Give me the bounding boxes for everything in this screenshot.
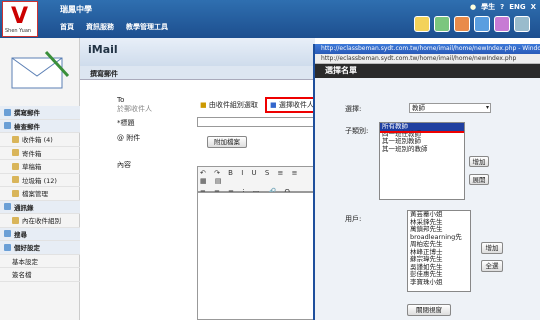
main-nav: 首頁 資訊服務 教學管理工具 <box>60 22 168 32</box>
select-all-button[interactable]: 全選 <box>481 260 503 272</box>
check-mail-icon <box>4 122 11 130</box>
top-right: ● 學生 ? ENG X <box>470 2 536 12</box>
select-list-popup: http://eclassbeman.sydt.com.tw/home/imai… <box>313 44 540 320</box>
chat-icon[interactable] <box>474 16 490 32</box>
group-icon: ■ <box>200 101 207 109</box>
sidebar-item-groups[interactable]: 內在收件組別 <box>0 214 80 228</box>
lang-eng[interactable]: ENG <box>509 3 525 11</box>
expand-button[interactable]: 展開 <box>469 174 489 185</box>
sidebar-item-sent[interactable]: 寄件箱 <box>0 147 80 160</box>
sidebar-item-addressbook[interactable]: 通訊錄 <box>0 200 80 214</box>
folder-icon[interactable] <box>494 16 510 32</box>
sidebar-item-trash[interactable]: 垃圾箱 (12) <box>0 174 80 187</box>
chevron-down-icon: ▾ <box>485 104 489 111</box>
add-button[interactable]: 增加 <box>469 156 489 167</box>
school-logo: V Shen Yuan <box>2 1 38 37</box>
inbox-icon <box>12 135 19 143</box>
subject-label: *標題 <box>117 119 135 127</box>
popup-window-title: http://eclassbeman.sydt.com.tw/home/imai… <box>315 44 540 54</box>
paperclip-icon: @ <box>117 134 124 142</box>
imail-title: iMail <box>88 43 118 56</box>
category-label: 選擇: <box>345 105 362 113</box>
sidebar-item-compose[interactable]: 撰寫郵件 <box>0 106 80 120</box>
compose-icon <box>4 108 11 116</box>
calendar-icon[interactable] <box>454 16 470 32</box>
mail-icon[interactable] <box>434 16 450 32</box>
content-editor[interactable] <box>197 192 317 320</box>
subcat-listbox[interactable]: 所有教師 四一班任教師 其一班別教師 其一班別的教師 <box>379 122 465 200</box>
popup-url-bar[interactable]: http://eclassbeman.sydt.com.tw/home/imai… <box>315 54 540 64</box>
list-item[interactable]: 其一班別的教師 <box>380 145 464 154</box>
user-label[interactable]: 學生 <box>481 2 495 12</box>
attach-button[interactable]: 附加檔案 <box>207 136 247 148</box>
recipient-icon: ■ <box>270 101 277 109</box>
category-select[interactable]: 教師 ▾ <box>409 103 491 113</box>
user-list-label: 用戶: <box>345 215 362 223</box>
user-icon: ● <box>470 3 477 11</box>
sidebar-item-prefs[interactable]: 個好設定 <box>0 241 80 255</box>
content-label: 內容 <box>117 161 131 169</box>
editor-buttons[interactable]: ↶ ↷ B I U S ≡ ≡ ▦ ▤ <box>198 167 316 187</box>
subject-input[interactable] <box>197 117 317 127</box>
sidebar-item-files[interactable]: 檔案管理 <box>0 187 80 201</box>
sent-icon <box>12 149 19 157</box>
popup-title: 選擇名單 <box>315 64 540 78</box>
home-icon[interactable] <box>414 16 430 32</box>
tool-icons <box>414 16 530 32</box>
sidebar-item-check[interactable]: 檢查郵件 <box>0 119 80 133</box>
add-user-button[interactable]: 增加 <box>481 242 503 254</box>
envelope-icon <box>11 50 70 89</box>
group-select-link[interactable]: ■ 由收件組別選取 <box>200 100 258 110</box>
groups-icon <box>12 216 19 224</box>
editor-toolbar: ↶ ↷ B I U S ≡ ≡ ▦ ▤ ≡ ≡ ≡ ⁝ ▭ 🔗 Ω <box>197 166 317 196</box>
addressbook-icon <box>4 203 11 211</box>
sidebar-item-signature[interactable]: 簽名檔 <box>0 268 80 282</box>
to-placeholder[interactable]: 於郵收件人 <box>117 104 152 114</box>
sidebar-item-inbox[interactable]: 收件箱 (4) <box>0 133 80 147</box>
compose-header: 撰寫郵件 <box>80 66 320 80</box>
subcat-label: 子類別: <box>345 127 369 135</box>
nav-tools[interactable]: 教學管理工具 <box>126 22 168 32</box>
user-listbox[interactable]: 黃芸蓁小姐 林采鋒先生 萬鎮邦先生 broadlearning先 周柏宏先生 林… <box>407 210 471 292</box>
select-recipient-button[interactable]: ■ 選擇收件人 <box>265 97 319 113</box>
top-bar: V Shen Yuan 瑞鳳中學 首頁 資訊服務 教學管理工具 ● 學生 ? E… <box>0 0 540 38</box>
popup-body: 選擇: 教師 ▾ 子類別: 所有教師 四一班任教師 其一班別教師 其一班別的教師… <box>315 78 540 320</box>
sidebar-item-drafts[interactable]: 草稿箱 <box>0 160 80 174</box>
list-item[interactable]: 李寶珠小姐 <box>408 278 470 287</box>
compose-header-label: 撰寫郵件 <box>90 70 118 78</box>
trash-icon <box>12 176 19 184</box>
search-icon <box>4 230 11 238</box>
settings-icon[interactable] <box>514 16 530 32</box>
school-name: 瑞鳳中學 <box>60 5 92 14</box>
files-icon <box>12 189 19 197</box>
sidebar-item-basic[interactable]: 基本設定 <box>0 255 80 268</box>
close-link[interactable]: X <box>531 3 536 11</box>
compose-form: To 於郵收件人 ■ 由收件組別選取 ■ 選擇收件人 *標題 @ 附件 附加檔案… <box>80 80 320 320</box>
nav-info[interactable]: 資訊服務 <box>86 22 114 32</box>
to-label: To <box>117 96 125 104</box>
sidebar-item-search[interactable]: 搜尋 <box>0 227 80 241</box>
drafts-icon <box>12 162 19 170</box>
close-window-button[interactable]: 關閉視窗 <box>407 304 451 316</box>
attach-label: @ 附件 <box>117 134 141 142</box>
help-icon[interactable]: ? <box>500 3 504 11</box>
sidebar: 撰寫郵件 檢查郵件 收件箱 (4) 寄件箱 草稿箱 垃圾箱 (12) 檔案管理 … <box>0 106 80 282</box>
nav-home[interactable]: 首頁 <box>60 22 74 32</box>
prefs-icon <box>4 243 11 251</box>
